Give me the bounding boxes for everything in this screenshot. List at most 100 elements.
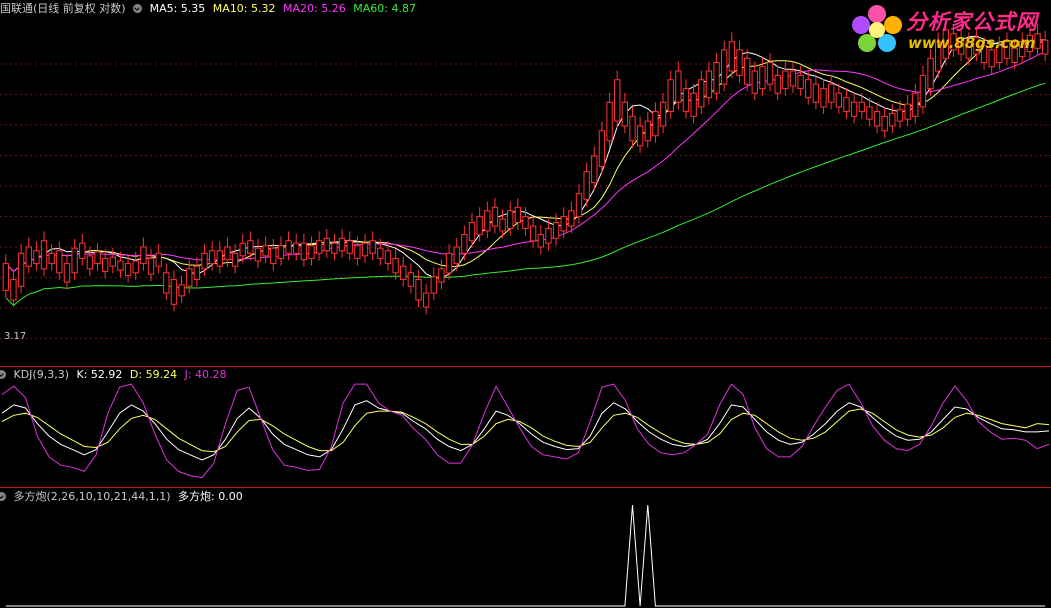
candle-body [308, 245, 315, 259]
price-min-label: 3.17 [4, 331, 27, 342]
candle-body [843, 97, 850, 113]
candle-body [667, 79, 674, 113]
candle-body [912, 92, 919, 117]
kdj-j-line [1, 383, 1050, 479]
candle-body [766, 61, 774, 85]
candle-body [461, 234, 468, 254]
candle-body [614, 79, 621, 122]
chart-title: 国联通(日线 前复权 对数) [0, 2, 126, 15]
candle-body [675, 70, 682, 103]
candle-body [201, 252, 208, 270]
candle-body [652, 111, 659, 137]
candle-body [415, 278, 422, 301]
dfp-settings-icon[interactable] [0, 492, 6, 501]
candle-body [828, 83, 835, 103]
candle-body [919, 74, 927, 108]
candle-body [591, 155, 598, 184]
candle-body [361, 242, 369, 257]
candle-body [354, 245, 361, 259]
candle-body [430, 276, 437, 294]
candle-body [545, 228, 552, 244]
candle-body [476, 216, 483, 236]
candle-body [575, 193, 583, 218]
candle-body [247, 240, 254, 254]
candle-body [445, 252, 453, 274]
candle-body [850, 101, 858, 117]
candle-body [881, 115, 888, 132]
candle-body [759, 66, 766, 90]
candle-body [743, 57, 751, 85]
candle-body [782, 70, 789, 90]
candle-body [10, 278, 17, 301]
candle-body [491, 206, 499, 227]
candle-body [40, 240, 48, 270]
candle-body [155, 252, 162, 267]
candle-body [79, 242, 86, 259]
candle-body [48, 252, 55, 265]
candle-body [331, 242, 338, 254]
candle-body [216, 250, 223, 267]
candle-body [736, 49, 743, 76]
candle-body [117, 260, 124, 271]
kdj-lines [1, 383, 1050, 479]
candle-body [293, 242, 300, 254]
candle-body [644, 120, 651, 142]
candle-body [140, 246, 147, 265]
candle-body [927, 57, 934, 90]
ma60-label: MA60: 4.87 [353, 2, 416, 15]
candle-body [170, 278, 178, 305]
candle-body [262, 245, 269, 257]
candle-body [346, 240, 353, 254]
kdj-header: KDJ(9,3,3) K: 52.92 D: 59.24 J: 40.28 [0, 367, 231, 383]
dfp-line [5, 504, 1046, 607]
candle-body [484, 210, 491, 232]
candle-body [705, 70, 713, 99]
candle-body [514, 206, 522, 224]
kdj-title: KDJ(9,3,3) [13, 368, 70, 381]
candle-body [86, 255, 94, 270]
candle-body [904, 103, 911, 120]
candle-body [606, 101, 613, 142]
candle-body [270, 247, 277, 265]
ma10-label: MA10: 5.32 [212, 2, 276, 15]
candle-body [728, 41, 736, 72]
candle-body [300, 242, 308, 261]
candle-body [163, 272, 170, 294]
kdj-settings-icon[interactable] [0, 370, 6, 379]
candle-body [889, 112, 896, 127]
candle-body [774, 74, 781, 94]
stock-chart [0, 20, 1051, 607]
candle-body [659, 101, 667, 127]
candle-body [132, 260, 139, 274]
settings-dropdown-icon[interactable] [133, 4, 143, 13]
candle-body [94, 251, 101, 265]
candle-body [17, 252, 25, 287]
candle-body [338, 237, 346, 252]
price-header: 国联通(日线 前复权 对数) MA5: 5.35 MA10: 5.32 MA20… [0, 1, 420, 17]
candle-body [583, 171, 590, 200]
site-logo[interactable]: 分析家公式网 www.88gs.com [850, 4, 1046, 54]
dfp-lines [5, 504, 1046, 607]
candle-body [453, 246, 460, 265]
candle-body [254, 247, 262, 262]
candle-body [239, 242, 246, 257]
candle-body [598, 130, 606, 167]
candle-body [377, 247, 384, 259]
candle-body [835, 92, 843, 108]
candle-body [713, 61, 720, 94]
candle-body [721, 49, 728, 85]
candle-body [71, 247, 78, 274]
candle-body [507, 210, 514, 230]
candle-body [101, 257, 109, 272]
candle-body [422, 292, 430, 308]
candle-body [392, 257, 399, 274]
logo-url: www.88gs.com [908, 34, 1036, 52]
candle-body [529, 225, 537, 242]
candle-body [63, 263, 71, 283]
candle-body [124, 263, 132, 276]
candle-body [522, 216, 529, 230]
candle-body [438, 268, 445, 283]
flower-logo-icon [852, 5, 902, 52]
dfp-header: 多方炮(2,26,10,10,21,44,1,1) 多方炮: 0.00 [0, 489, 247, 505]
candle-body [552, 222, 560, 239]
